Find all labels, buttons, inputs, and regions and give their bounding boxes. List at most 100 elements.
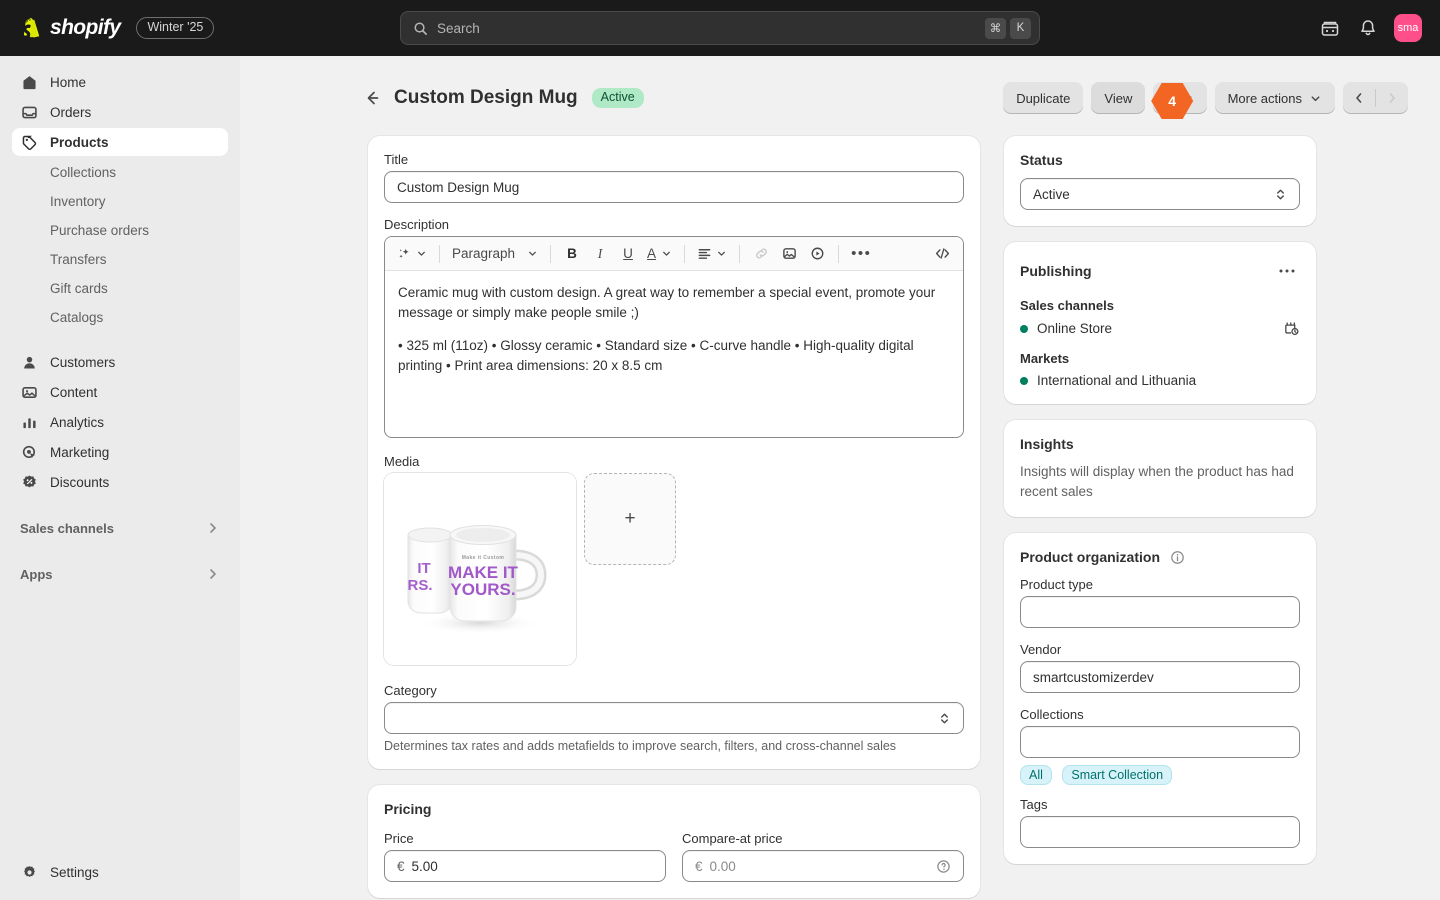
collections-input[interactable] bbox=[1020, 726, 1300, 759]
organization-title: Product organization bbox=[1020, 549, 1160, 566]
organization-title-row: Product organization bbox=[1020, 549, 1300, 565]
tags-input[interactable] bbox=[1020, 816, 1300, 849]
text-color-button[interactable]: A bbox=[643, 241, 676, 267]
sidebar-item-products[interactable]: Products bbox=[12, 128, 228, 156]
status-dot bbox=[1020, 324, 1028, 333]
more-options-button[interactable]: ••• bbox=[847, 241, 875, 267]
more-actions-button[interactable]: More actions bbox=[1214, 82, 1335, 114]
chevron-down-icon bbox=[527, 248, 538, 259]
title-label: Title bbox=[384, 152, 409, 167]
sidebar-item-discounts[interactable]: Discounts bbox=[12, 468, 228, 496]
sidebar-item-inventory[interactable]: Inventory bbox=[12, 187, 228, 215]
italic-button[interactable]: I bbox=[587, 241, 613, 267]
search-input[interactable]: Search ⌘ K bbox=[400, 11, 1040, 45]
sidebar-item-sales-channels[interactable]: Sales channels bbox=[12, 514, 228, 542]
toolbar-divider bbox=[684, 244, 686, 263]
sidebar-item-content[interactable]: Content bbox=[12, 378, 228, 406]
market-name: International and Lithuania bbox=[1037, 373, 1197, 388]
bold-button[interactable]: B bbox=[559, 241, 585, 267]
analytics-icon bbox=[20, 413, 38, 431]
vendor-value: smartcustomizerdev bbox=[1033, 669, 1154, 685]
vendor-input[interactable]: smartcustomizerdev bbox=[1020, 661, 1300, 694]
underline-button[interactable]: U bbox=[615, 241, 641, 267]
price-label: Price bbox=[384, 831, 414, 846]
html-code-button[interactable] bbox=[929, 241, 955, 267]
kbd-k: K bbox=[1010, 17, 1031, 39]
schedule-calendar-clock-icon[interactable] bbox=[1283, 320, 1300, 337]
title-value: Custom Design Mug bbox=[397, 179, 520, 195]
sidebar-item-gift-cards[interactable]: Gift cards bbox=[12, 274, 228, 302]
sidebar-item-purchase-orders[interactable]: Purchase orders bbox=[12, 216, 228, 244]
previous-product-button[interactable] bbox=[1343, 82, 1375, 114]
category-select[interactable] bbox=[384, 702, 964, 734]
status-select[interactable]: Active bbox=[1020, 178, 1300, 210]
description-body[interactable]: Ceramic mug with custom design. A great … bbox=[385, 271, 963, 437]
sidebar-item-home[interactable]: Home bbox=[12, 68, 228, 96]
release-badge[interactable]: Winter '25 bbox=[136, 17, 215, 39]
description-editor[interactable]: Paragraph B I U A ••• Ceramic mug with c… bbox=[384, 236, 964, 438]
insert-image-button[interactable] bbox=[776, 241, 802, 267]
customer-icon bbox=[20, 353, 38, 371]
compare-at-price-input[interactable]: € 0.00 bbox=[682, 850, 964, 882]
link-button[interactable] bbox=[748, 241, 774, 267]
duplicate-button[interactable]: Duplicate bbox=[1003, 82, 1084, 114]
more-actions-label: More actions bbox=[1227, 90, 1302, 106]
sidebar-item-settings[interactable]: Settings bbox=[12, 858, 228, 886]
sidebar-item-collections[interactable]: Collections bbox=[12, 158, 228, 186]
shopify-logo[interactable]: shopify Winter '25 bbox=[20, 16, 215, 40]
align-button[interactable] bbox=[693, 241, 731, 267]
sidebar-item-marketing[interactable]: Marketing bbox=[12, 438, 228, 466]
toolbar-divider bbox=[439, 244, 440, 263]
sidebar-item-catalogs[interactable]: Catalogs bbox=[12, 303, 228, 331]
sidebar-item-customers[interactable]: Customers bbox=[12, 348, 228, 376]
view-button[interactable]: View bbox=[1091, 82, 1146, 114]
svg-text:Make it Custom: Make it Custom bbox=[462, 555, 505, 561]
collection-chip[interactable]: Smart Collection bbox=[1062, 765, 1173, 786]
sidebar-item-apps[interactable]: Apps bbox=[12, 560, 228, 588]
sidebar-subitem-label: Transfers bbox=[50, 251, 107, 267]
pricing-fields: Price € 5.00 Compare-at price € 0.00 bbox=[384, 831, 964, 882]
svg-text:RS.: RS. bbox=[407, 577, 432, 594]
avatar[interactable]: sma bbox=[1394, 14, 1422, 42]
sidebar-item-label: Marketing bbox=[50, 444, 110, 460]
ellipsis-icon bbox=[1279, 269, 1295, 273]
gear-icon bbox=[20, 863, 38, 881]
bell-icon bbox=[1361, 20, 1375, 36]
insert-video-button[interactable] bbox=[804, 241, 830, 267]
pagination-controls bbox=[1343, 82, 1408, 114]
chevron-down-icon bbox=[1309, 92, 1322, 105]
sidebar-item-label: Orders bbox=[50, 104, 92, 120]
sidebar-item-analytics[interactable]: Analytics bbox=[12, 408, 228, 436]
publishing-title: Publishing bbox=[1020, 263, 1092, 279]
publishing-card: Publishing Sales channels Online Store M… bbox=[1004, 242, 1316, 404]
chevron-down-icon bbox=[416, 248, 427, 259]
publishing-more-button[interactable] bbox=[1274, 258, 1300, 284]
add-media-button[interactable]: + bbox=[584, 473, 676, 565]
publishing-header: Publishing bbox=[1020, 258, 1300, 284]
store-view-button[interactable] bbox=[1314, 12, 1346, 44]
ai-sparkle-button[interactable] bbox=[393, 241, 431, 267]
sidebar-item-label: Settings bbox=[50, 864, 99, 880]
info-icon[interactable] bbox=[1170, 550, 1185, 565]
content-icon bbox=[20, 383, 38, 401]
media-thumbnail[interactable]: IT RS. Make it Custom MAKE IT YOURS. bbox=[384, 473, 576, 665]
price-input[interactable]: € 5.00 bbox=[384, 850, 666, 882]
back-button[interactable] bbox=[358, 84, 386, 112]
collection-chip[interactable]: All bbox=[1020, 765, 1052, 786]
compare-currency: € bbox=[695, 858, 703, 874]
description-paragraph: • 325 ml (11oz) • Glossy ceramic • Stand… bbox=[398, 338, 914, 373]
marketing-icon bbox=[20, 443, 38, 461]
notifications-button[interactable] bbox=[1352, 12, 1384, 44]
next-product-button[interactable] bbox=[1376, 82, 1408, 114]
sidebar-item-transfers[interactable]: Transfers bbox=[12, 245, 228, 273]
video-play-icon bbox=[811, 247, 824, 260]
toolbar-divider bbox=[838, 244, 840, 263]
product-type-input[interactable] bbox=[1020, 596, 1300, 629]
price-currency: € bbox=[397, 858, 405, 874]
paragraph-style-dropdown[interactable]: Paragraph bbox=[448, 241, 542, 267]
category-helper-text: Determines tax rates and adds metafields… bbox=[384, 739, 897, 753]
help-icon[interactable] bbox=[936, 859, 951, 874]
sidebar-item-orders[interactable]: Orders bbox=[12, 98, 228, 126]
title-input[interactable]: Custom Design Mug bbox=[384, 171, 964, 203]
product-side-column: Status Active Publishing Sales channels bbox=[1004, 136, 1316, 880]
